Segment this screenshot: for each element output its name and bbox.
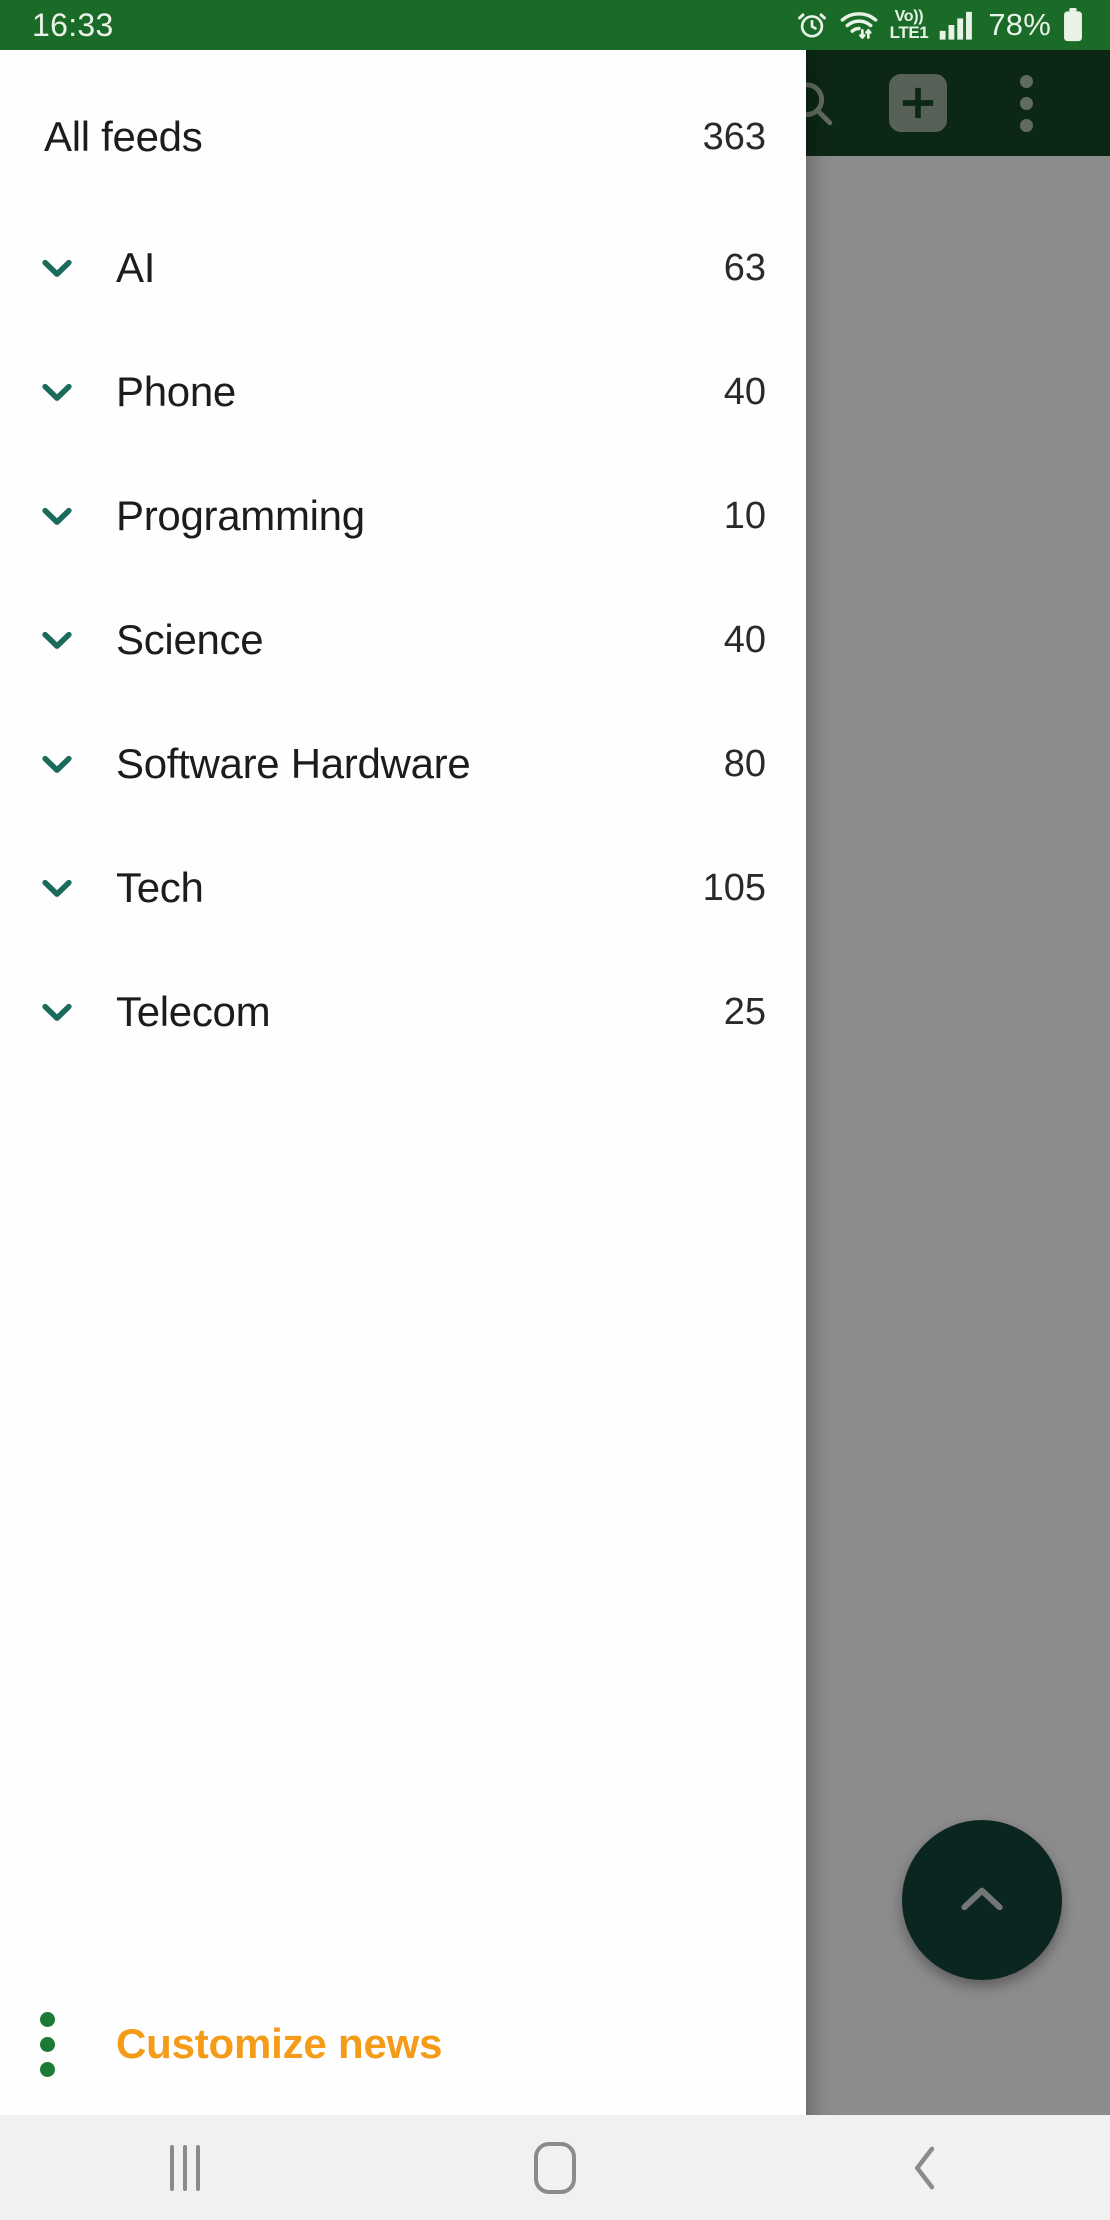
feed-category-label: Telecom — [116, 988, 271, 1035]
recents-icon — [170, 2144, 200, 2191]
battery-icon — [1062, 8, 1084, 42]
chevron-down-icon[interactable] — [34, 741, 116, 787]
feed-category-programming[interactable]: Programming 10 — [0, 454, 806, 578]
status-icons: Vo)) LTE1 78% — [796, 7, 1084, 43]
all-feeds-count: 363 — [702, 115, 766, 158]
feed-category-label: Programming — [116, 492, 365, 539]
feed-category-label: Tech — [116, 864, 204, 911]
feed-category-count: 80 — [723, 742, 766, 785]
customize-news-button[interactable]: Customize news — [0, 1969, 806, 2119]
chevron-down-icon[interactable] — [34, 245, 116, 291]
status-bar: 16:33 Vo)) LTE1 78% — [0, 0, 1110, 50]
battery-percent-label: 78% — [988, 7, 1051, 42]
feed-category-count: 105 — [702, 866, 766, 909]
home-button[interactable] — [370, 2115, 740, 2220]
all-feeds-label: All feeds — [44, 113, 203, 160]
customize-news-label: Customize news — [116, 2020, 443, 2067]
back-button[interactable] — [740, 2115, 1110, 2220]
feed-category-label: Phone — [116, 368, 236, 415]
volte-icon: Vo)) LTE1 — [889, 8, 929, 42]
chevron-down-icon[interactable] — [34, 617, 116, 663]
more-vertical-icon — [34, 2011, 116, 2077]
feed-category-label: Software Hardware — [116, 740, 471, 787]
signal-icon — [939, 10, 977, 40]
feed-category-count: 40 — [723, 618, 766, 661]
feed-category-ai[interactable]: AI 63 — [0, 206, 806, 330]
system-navigation-bar — [0, 2115, 1110, 2220]
feed-category-science[interactable]: Science 40 — [0, 578, 806, 702]
chevron-down-icon[interactable] — [34, 369, 116, 415]
feed-category-telecom[interactable]: Telecom 25 — [0, 950, 806, 1074]
feed-category-count: 25 — [723, 990, 766, 1033]
chevron-down-icon[interactable] — [34, 493, 116, 539]
back-chevron-icon — [914, 2146, 935, 2189]
feed-category-count: 40 — [723, 370, 766, 413]
feed-category-list: AI 63 Phone 40 Programming 10 Science 40… — [0, 182, 806, 1969]
feed-category-count: 10 — [723, 494, 766, 537]
home-icon — [534, 2141, 576, 2194]
feed-category-software-hardware[interactable]: Software Hardware 80 — [0, 702, 806, 826]
alarm-icon — [796, 9, 828, 41]
wifi-icon — [839, 9, 879, 41]
navigation-drawer: All feeds 363 AI 63 Phone 40 Programming… — [0, 50, 806, 2165]
status-clock: 16:33 — [32, 6, 114, 43]
feed-category-label: AI — [116, 244, 156, 291]
chevron-down-icon[interactable] — [34, 989, 116, 1035]
feed-category-count: 63 — [723, 246, 766, 289]
feed-category-tech[interactable]: Tech 105 — [0, 826, 806, 950]
phone-screen: 16:33 Vo)) LTE1 78% All feeds 363 AI 63 … — [0, 0, 1110, 2220]
feed-category-label: Science — [116, 616, 264, 663]
chevron-down-icon[interactable] — [34, 865, 116, 911]
drawer-header-all-feeds[interactable]: All feeds 363 — [0, 92, 806, 182]
feed-category-phone[interactable]: Phone 40 — [0, 330, 806, 454]
recents-button[interactable] — [0, 2115, 370, 2220]
